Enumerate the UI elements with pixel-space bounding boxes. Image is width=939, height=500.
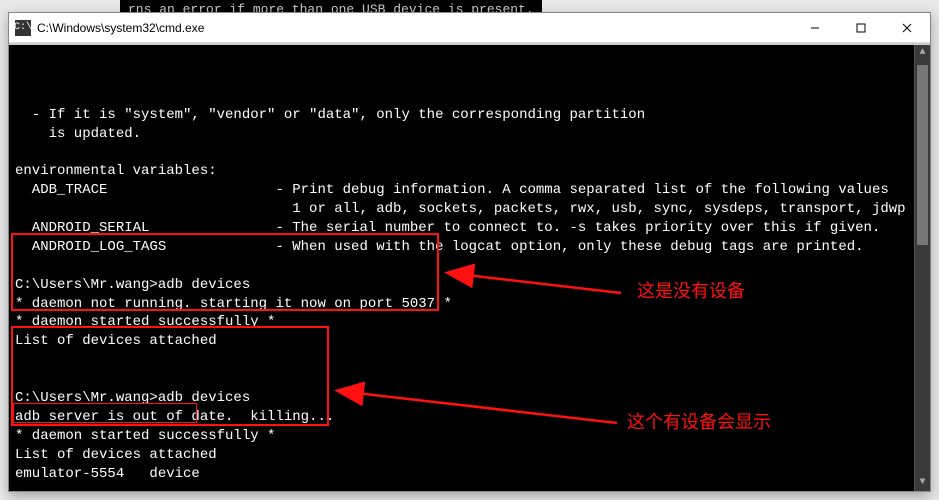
- cmd-icon: C:\: [15, 20, 31, 36]
- window-controls: [792, 13, 930, 42]
- terminal-output: - If it is "system", "vendor" or "data",…: [15, 87, 924, 491]
- title-bar[interactable]: C:\ C:\Windows\system32\cmd.exe: [9, 13, 930, 43]
- cmd-window: C:\ C:\Windows\system32\cmd.exe - If it …: [8, 12, 931, 492]
- maximize-button[interactable]: [838, 13, 884, 42]
- window-title: C:\Windows\system32\cmd.exe: [37, 21, 792, 35]
- close-button[interactable]: [884, 13, 930, 42]
- minimize-button[interactable]: [792, 13, 838, 42]
- terminal-area[interactable]: - If it is "system", "vendor" or "data",…: [9, 43, 930, 491]
- scroll-up-arrow-icon[interactable]: ▲: [915, 45, 930, 61]
